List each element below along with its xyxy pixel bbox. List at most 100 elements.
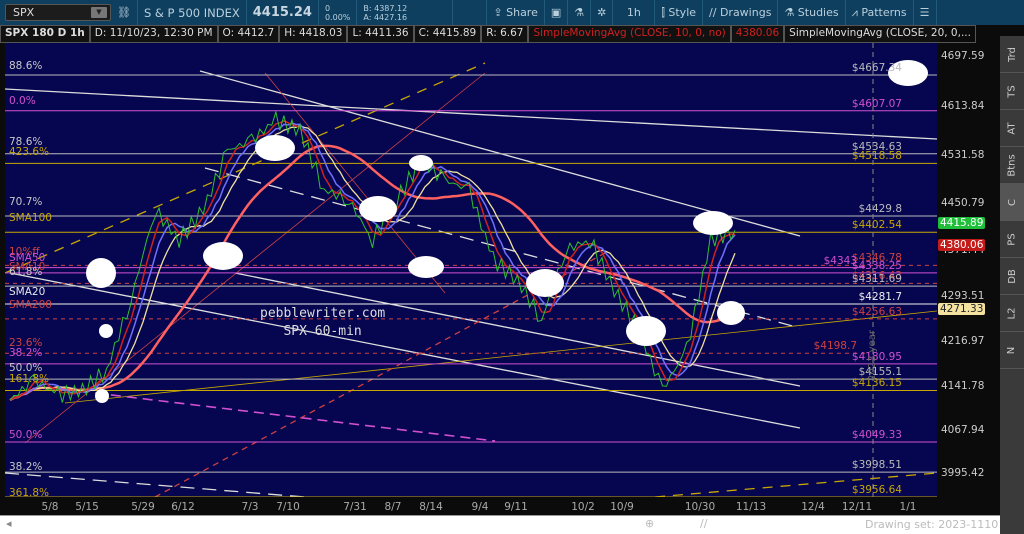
price-badge: 4380.06 xyxy=(938,238,986,251)
side-tab-l2[interactable]: L2 xyxy=(1000,295,1024,332)
side-tab-trd[interactable]: Trd xyxy=(1000,36,1024,73)
chart-drawings xyxy=(4,43,938,498)
date-tick: 11/13 xyxy=(735,501,767,513)
side-tab-db[interactable]: DB xyxy=(1000,258,1024,295)
date-tick: 5/29 xyxy=(131,501,155,513)
level-price-label: $4402.54 xyxy=(851,219,902,232)
price-chart[interactable]: $4667.34 $4607.07 $4534.63 $4518.58 $4429.8 $… xyxy=(4,43,938,499)
scroll-left-icon[interactable]: ◂ xyxy=(6,517,12,530)
watermark: pebblewriter.com SPX 60-min xyxy=(260,305,385,341)
side-tab-btns[interactable]: Btns xyxy=(1000,147,1024,184)
price-bars xyxy=(9,110,736,403)
side-tab-label: C xyxy=(1006,198,1018,206)
side-tab-ps[interactable]: PS xyxy=(1000,221,1024,258)
price-tick: 4067.94 xyxy=(941,423,985,436)
drawings-button[interactable]: ∕∕ Drawings xyxy=(703,0,779,25)
level-price-label: $4429.8 xyxy=(858,203,902,216)
bid: B: 4387.12 xyxy=(363,3,408,13)
price-badge: 4415.89 xyxy=(938,217,986,230)
level-name-label: 423.6% xyxy=(9,145,50,158)
flask-icon[interactable]: ⚗ xyxy=(568,0,592,25)
side-tab-label: Trd xyxy=(1006,46,1018,62)
level-price-label: $3956.64 xyxy=(851,484,902,497)
spacer xyxy=(453,0,488,25)
date-tick: 8/7 xyxy=(384,501,402,513)
highlight-markers xyxy=(86,60,928,403)
date-tick: 6/12 xyxy=(171,501,195,513)
link-icon[interactable]: ⛓ xyxy=(111,0,138,25)
level-name-label: 88.6% xyxy=(9,60,43,73)
level-price-label: $4607.07 xyxy=(851,97,902,110)
interval-button[interactable]: 1h xyxy=(613,0,656,25)
toolbar: SPX ▼ ⛓ S & P 500 INDEX 4415.24 0 0.00% B:… xyxy=(0,0,1024,25)
side-tab-label: N xyxy=(1006,346,1018,354)
date-tick: 9/11 xyxy=(504,501,528,513)
zoom-in-icon[interactable]: ⊕ xyxy=(645,517,654,530)
date-tick: 12/11 xyxy=(841,501,873,513)
level-price-label: $4256.63 xyxy=(851,305,902,318)
date-tick: 5/8 xyxy=(41,501,59,513)
date-tick: 10/9 xyxy=(610,501,634,513)
trendline xyxy=(4,472,306,498)
level-price-label: $4518.58 xyxy=(851,150,902,163)
share-label: Share xyxy=(506,6,538,19)
change: 0 0.00% xyxy=(319,0,358,25)
studies-button[interactable]: ⚗ Studies xyxy=(778,0,846,25)
date-tick: 8/14 xyxy=(419,501,443,513)
side-tab-label: L2 xyxy=(1006,307,1018,319)
price-tick: 4216.97 xyxy=(941,335,985,348)
candle-icon: ⫿ xyxy=(661,5,669,19)
side-tab-at[interactable]: AT xyxy=(1000,110,1024,147)
level-name-label: 161.8% xyxy=(9,373,50,386)
bar-open: O: 4412.7 xyxy=(217,25,280,43)
menu-icon[interactable]: ☰ xyxy=(914,0,937,25)
drawing-icon[interactable]: ∕∕ xyxy=(700,517,707,530)
level-price-label: $4049.33 xyxy=(851,429,902,441)
sma10-value: 4380.06 xyxy=(730,25,785,43)
date-tick: 5/15 xyxy=(75,501,99,513)
sma10-label: SimpleMovingAvg (CLOSE, 10, 0, no) xyxy=(528,25,731,43)
patterns-button[interactable]: ⩘ Patterns xyxy=(846,0,914,25)
flask-icon: ⚗ xyxy=(784,6,798,19)
drawing-set-selector[interactable]: Drawing set: 2023-1110 xyxy=(865,518,998,531)
chevron-down-icon: ▼ xyxy=(91,7,107,18)
level-price-label: $4198.7 xyxy=(813,340,857,353)
price-tick: 4293.51 xyxy=(941,289,985,302)
last-price: 4415.24 xyxy=(247,0,319,25)
side-tab-c[interactable]: C xyxy=(1000,184,1024,221)
year-marker: 2023 year xyxy=(867,330,878,381)
bar-high: H: 4418.03 xyxy=(279,25,348,43)
date-axis[interactable]: 5/8 5/15 5/29 6/12 7/3 7/10 7/31 8/7 8/14 9/4 9/11… xyxy=(5,497,1000,517)
share-button[interactable]: ⇪ Share xyxy=(487,0,545,25)
date-tick: 10/30 xyxy=(684,501,716,513)
alert-icon[interactable]: ▣ xyxy=(545,0,569,25)
bar-close: C: 4415.89 xyxy=(413,25,482,43)
level-price-label: $4281.7 xyxy=(858,290,902,303)
price-tick: 4697.59 xyxy=(941,50,985,62)
date-tick: 7/3 xyxy=(241,501,259,513)
price-tick: 4450.79 xyxy=(941,196,985,209)
channel-line xyxy=(64,310,938,404)
share-icon: ⇪ xyxy=(493,6,507,19)
price-tick: 4531.58 xyxy=(941,148,985,161)
side-tab-n[interactable]: N xyxy=(1000,332,1024,369)
bar-date: D: 11/10/23, 12:30 PM xyxy=(89,25,218,43)
watermark-chart: SPX 60-min xyxy=(283,324,362,339)
date-tick: 7/10 xyxy=(276,501,300,513)
style-button[interactable]: ⫿ Style xyxy=(655,0,704,25)
patterns-label: Patterns xyxy=(861,6,907,19)
price-axis[interactable]: 4697.594613.844531.584450.794371.444293.… xyxy=(937,43,1000,497)
level-name-label: SMA200 xyxy=(9,298,52,311)
date-tick: 10/2 xyxy=(571,501,595,513)
price-tick: 4141.78 xyxy=(941,380,985,393)
gear-icon[interactable]: ✲ xyxy=(591,0,614,25)
symbol-value: SPX xyxy=(13,6,35,19)
level-name-label: 38.2% xyxy=(9,461,43,474)
pct-change: 0.00% xyxy=(324,12,351,22)
price-badge: 4271.33 xyxy=(938,303,986,316)
symbol-selector[interactable]: SPX ▼ xyxy=(5,4,111,21)
bar-range: R: 6.67 xyxy=(481,25,529,43)
ask: A: 4427.16 xyxy=(363,12,408,22)
side-tab-ts[interactable]: TS xyxy=(1000,73,1024,110)
side-tab-label: TS xyxy=(1006,84,1018,98)
